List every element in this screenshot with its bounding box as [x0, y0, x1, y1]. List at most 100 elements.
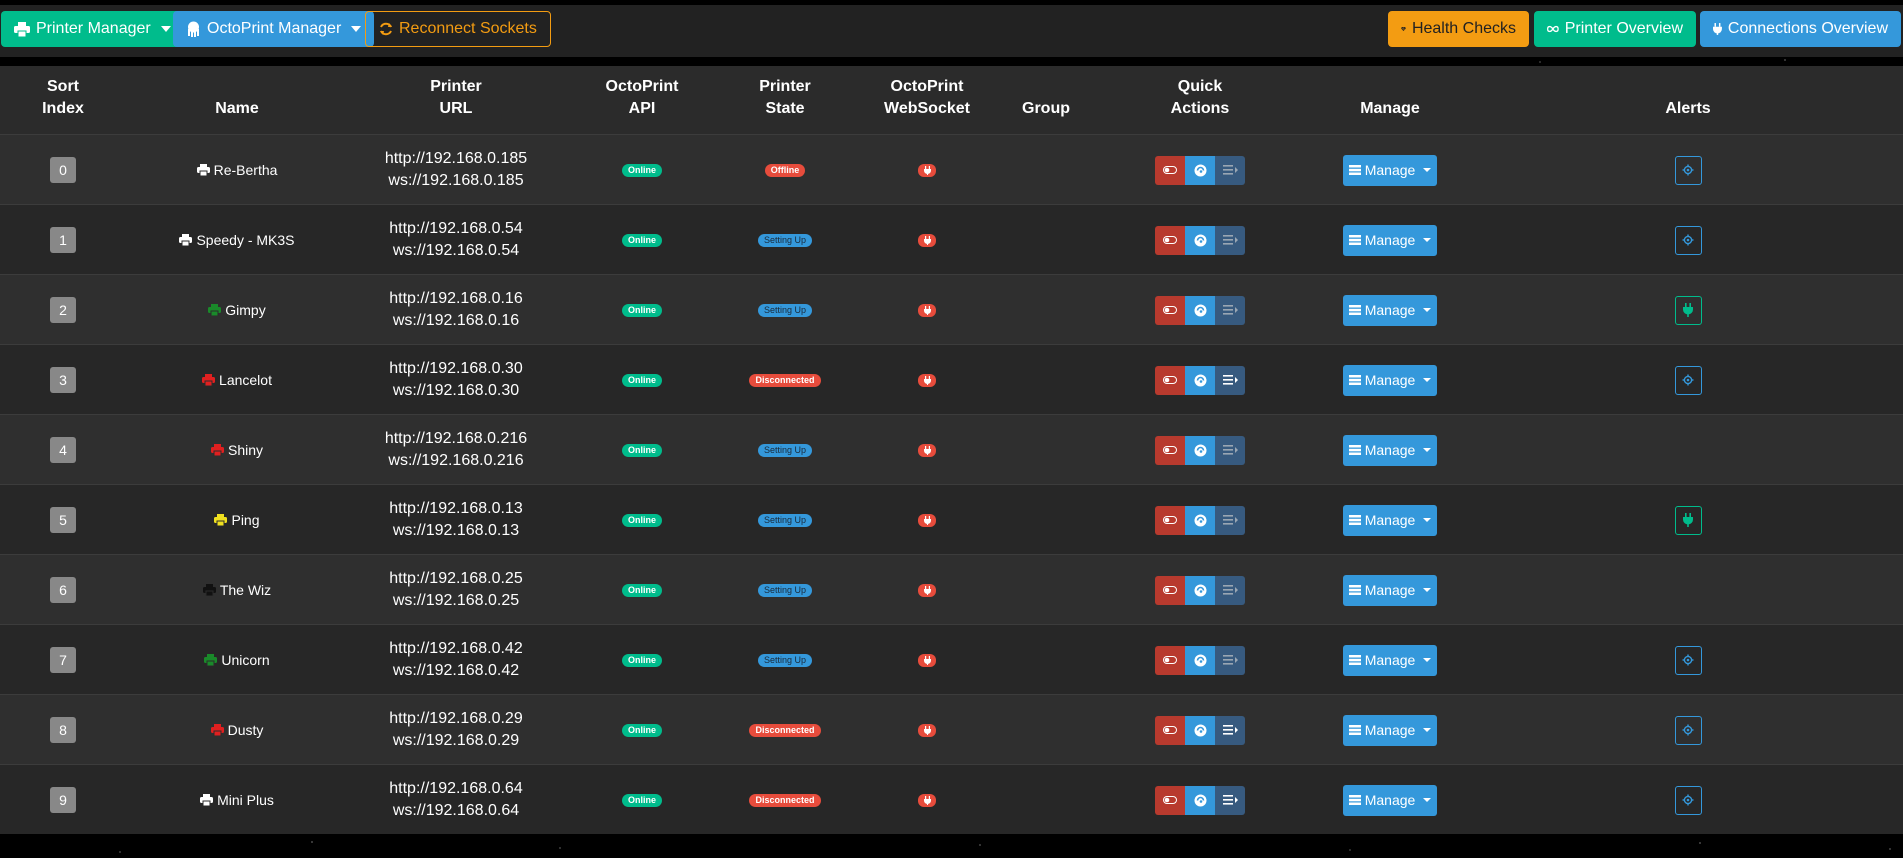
printer-http-url[interactable]: http://192.168.0.30 — [389, 358, 522, 380]
sort-index-badge[interactable]: 2 — [50, 297, 76, 323]
manage-dropdown-button[interactable]: Manage — [1343, 154, 1437, 186]
printer-http-url[interactable]: http://192.168.0.16 — [389, 288, 522, 310]
power-toggle-button[interactable] — [1155, 785, 1185, 815]
printer-ws-url[interactable]: ws://192.168.0.29 — [393, 730, 519, 752]
alert-settings-button[interactable] — [1674, 645, 1702, 675]
manage-dropdown-button[interactable]: Manage — [1343, 434, 1437, 466]
power-toggle-button[interactable] — [1155, 435, 1185, 465]
open-octoprint-button[interactable] — [1185, 645, 1215, 675]
terminal-button[interactable] — [1215, 575, 1245, 605]
health-checks-button[interactable]: Health Checks — [1388, 11, 1529, 47]
printer-http-url[interactable]: http://192.168.0.25 — [389, 568, 522, 590]
printer-ws-url[interactable]: ws://192.168.0.54 — [393, 240, 519, 262]
printer-overview-button[interactable]: Printer Overview — [1534, 11, 1696, 47]
name-cell: Gimpy — [126, 275, 348, 345]
sort-index-badge[interactable]: 7 — [50, 647, 76, 673]
toggle-off-icon — [1163, 656, 1177, 664]
terminal-button[interactable] — [1215, 715, 1245, 745]
alert-connection-button[interactable] — [1674, 505, 1702, 535]
header-group[interactable]: Group — [1000, 66, 1092, 134]
open-octoprint-button[interactable] — [1185, 295, 1215, 325]
alert-settings-button[interactable] — [1674, 785, 1702, 815]
open-octoprint-button[interactable] — [1185, 785, 1215, 815]
manage-dropdown-button[interactable]: Manage — [1343, 294, 1437, 326]
open-octoprint-button[interactable] — [1185, 365, 1215, 395]
terminal-button[interactable] — [1215, 435, 1245, 465]
printer-ws-url[interactable]: ws://192.168.0.64 — [393, 800, 519, 822]
printer-ws-url[interactable]: ws://192.168.0.13 — [393, 520, 519, 542]
sort-index-badge[interactable]: 3 — [50, 367, 76, 393]
header-alerts[interactable]: Alerts — [1600, 66, 1776, 134]
terminal-button[interactable] — [1215, 365, 1245, 395]
alert-settings-button[interactable] — [1674, 715, 1702, 745]
printer-ws-url[interactable]: ws://192.168.0.16 — [393, 310, 519, 332]
sort-index-badge[interactable]: 5 — [50, 507, 76, 533]
terminal-button[interactable] — [1215, 225, 1245, 255]
terminal-button[interactable] — [1215, 505, 1245, 535]
power-toggle-button[interactable] — [1155, 575, 1185, 605]
printer-ws-url[interactable]: ws://192.168.0.185 — [388, 170, 523, 192]
manage-dropdown-button[interactable]: Manage — [1343, 714, 1437, 746]
printer-manager-dropdown[interactable]: Printer Manager — [1, 11, 184, 47]
sort-index-badge[interactable]: 9 — [50, 787, 76, 813]
manage-dropdown-button[interactable]: Manage — [1343, 224, 1437, 256]
header-name[interactable]: Name — [126, 66, 348, 134]
printer-http-url[interactable]: http://192.168.0.185 — [385, 148, 527, 170]
sort-index-badge[interactable]: 4 — [50, 437, 76, 463]
power-toggle-button[interactable] — [1155, 155, 1185, 185]
open-octoprint-button[interactable] — [1185, 715, 1215, 745]
octoprint-manager-dropdown[interactable]: OctoPrint Manager — [173, 11, 375, 47]
sort-index-badge[interactable]: 6 — [50, 577, 76, 603]
header-quick-actions[interactable]: Quick Actions — [1140, 66, 1260, 134]
manage-dropdown-button[interactable]: Manage — [1343, 364, 1437, 396]
sort-index-badge[interactable]: 0 — [50, 157, 76, 183]
printer-url-cell: http://192.168.0.13 ws://192.168.0.13 — [348, 485, 564, 555]
octoprint-api-cell: Online — [584, 205, 700, 275]
manage-dropdown-button[interactable]: Manage — [1343, 644, 1437, 676]
terminal-button[interactable] — [1215, 785, 1245, 815]
printer-ws-url[interactable]: ws://192.168.0.25 — [393, 590, 519, 612]
printer-ws-url[interactable]: ws://192.168.0.42 — [393, 660, 519, 682]
printer-ws-url[interactable]: ws://192.168.0.216 — [388, 450, 523, 472]
open-octoprint-button[interactable] — [1185, 155, 1215, 185]
header-printer-state[interactable]: Printer State — [725, 66, 845, 134]
printer-http-url[interactable]: http://192.168.0.64 — [389, 778, 522, 800]
sort-index-badge[interactable]: 8 — [50, 717, 76, 743]
connections-overview-button[interactable]: Connections Overview — [1700, 11, 1901, 47]
printer-http-url[interactable]: http://192.168.0.54 — [389, 218, 522, 240]
header-printer-url[interactable]: Printer URL — [348, 66, 564, 134]
power-toggle-button[interactable] — [1155, 295, 1185, 325]
power-toggle-button[interactable] — [1155, 505, 1185, 535]
terminal-button[interactable] — [1215, 155, 1245, 185]
manage-dropdown-button[interactable]: Manage — [1343, 504, 1437, 536]
open-octoprint-button[interactable] — [1185, 505, 1215, 535]
power-toggle-button[interactable] — [1155, 225, 1185, 255]
power-toggle-button[interactable] — [1155, 645, 1185, 675]
manage-label: Manage — [1364, 582, 1416, 598]
alert-settings-button[interactable] — [1674, 365, 1702, 395]
reconnect-sockets-button[interactable]: Reconnect Sockets — [365, 11, 551, 47]
printer-ws-url[interactable]: ws://192.168.0.30 — [393, 380, 519, 402]
power-toggle-button[interactable] — [1155, 365, 1185, 395]
terminal-button[interactable] — [1215, 645, 1245, 675]
header-manage[interactable]: Manage — [1300, 66, 1480, 134]
header-octoprint-api[interactable]: OctoPrint API — [584, 66, 700, 134]
plug-icon — [1713, 23, 1722, 35]
printer-http-url[interactable]: http://192.168.0.29 — [389, 708, 522, 730]
manage-dropdown-button[interactable]: Manage — [1343, 574, 1437, 606]
printer-http-url[interactable]: http://192.168.0.216 — [385, 428, 527, 450]
open-octoprint-button[interactable] — [1185, 225, 1215, 255]
header-sort-index[interactable]: Sort Index — [0, 66, 126, 134]
alert-settings-button[interactable] — [1674, 225, 1702, 255]
printer-http-url[interactable]: http://192.168.0.42 — [389, 638, 522, 660]
terminal-button[interactable] — [1215, 295, 1245, 325]
alert-settings-button[interactable] — [1674, 155, 1702, 185]
sort-index-badge[interactable]: 1 — [50, 227, 76, 253]
open-octoprint-button[interactable] — [1185, 575, 1215, 605]
open-octoprint-button[interactable] — [1185, 435, 1215, 465]
power-toggle-button[interactable] — [1155, 715, 1185, 745]
alert-connection-button[interactable] — [1674, 295, 1702, 325]
header-octoprint-websocket[interactable]: OctoPrint WebSocket — [867, 66, 987, 134]
manage-dropdown-button[interactable]: Manage — [1343, 784, 1437, 816]
printer-http-url[interactable]: http://192.168.0.13 — [389, 498, 522, 520]
